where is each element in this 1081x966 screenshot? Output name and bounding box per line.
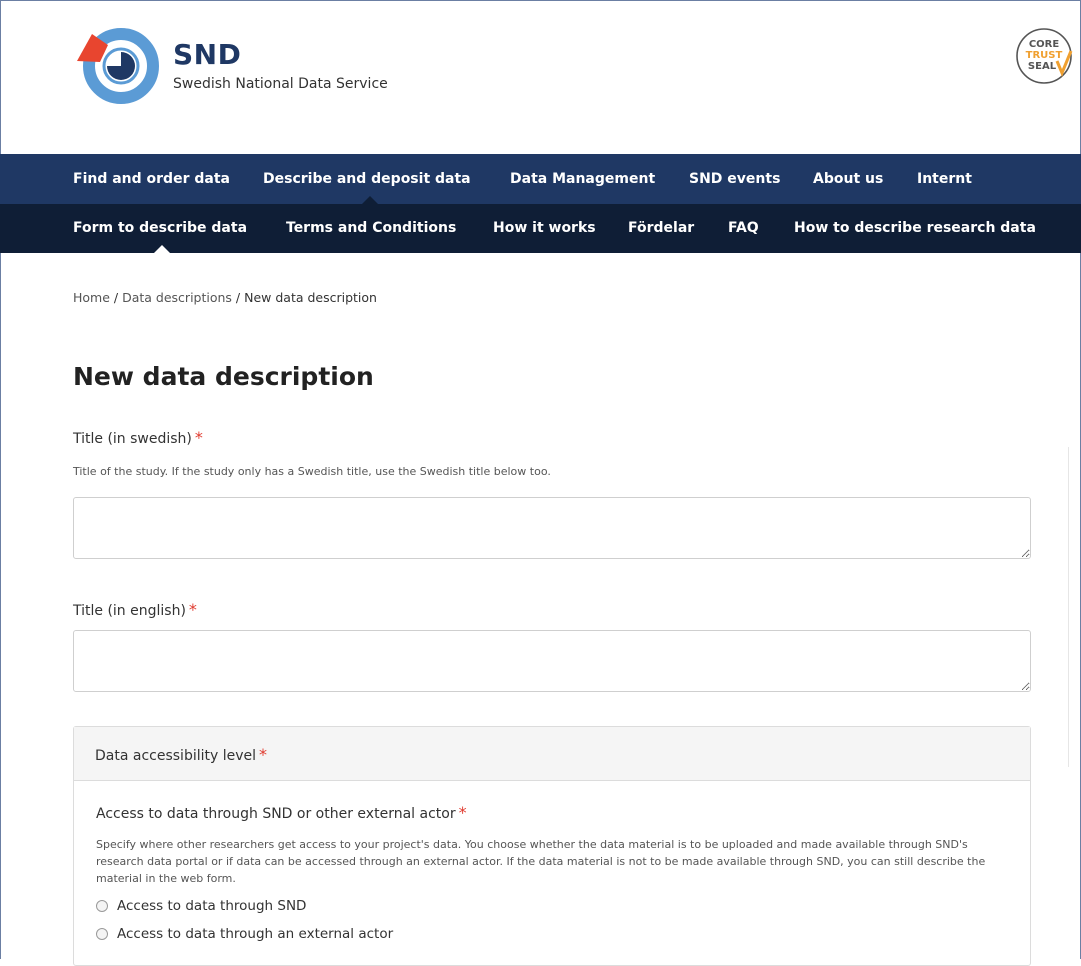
title-swedish-label-text: Title (in swedish) (73, 431, 192, 447)
required-asterisk: * (259, 745, 268, 764)
breadcrumb-home[interactable]: Home (73, 290, 110, 305)
active-subnav-caret (154, 245, 170, 253)
scrollbar-track[interactable] (1068, 447, 1081, 767)
panel-title-text: Data accessibility level (95, 748, 257, 764)
subnav-how-it-works[interactable]: How it works (493, 204, 596, 253)
access-help-text: Specify where other researchers get acce… (96, 838, 986, 885)
radio-label[interactable]: Access to data through SND (117, 898, 306, 914)
required-asterisk: * (194, 428, 203, 447)
page-title: New data description (73, 362, 374, 391)
breadcrumb-current: New data description (244, 290, 377, 305)
seal-word-trust: TRUST (1026, 50, 1063, 61)
access-question-label: Access to data through SND or other exte… (96, 803, 467, 822)
title-english-label: Title (in english) * (73, 600, 197, 619)
radio-button[interactable] (96, 900, 108, 912)
panel-header: Data accessibility level * (74, 727, 1030, 781)
brand-subtitle: Swedish National Data Service (173, 76, 388, 92)
nav-find-and-order-data[interactable]: Find and order data (73, 154, 230, 204)
title-swedish-label: Title (in swedish) * (73, 428, 203, 447)
brand-name[interactable]: SND (173, 38, 241, 71)
radio-option-access-snd[interactable]: Access to data through SND (96, 898, 306, 914)
secondary-nav: Form to describe data Terms and Conditio… (0, 204, 1081, 253)
radio-option-access-external[interactable]: Access to data through an external actor (96, 926, 393, 942)
nav-internt[interactable]: Internt (917, 154, 972, 204)
seal-word-core: CORE (1029, 39, 1060, 50)
subnav-faq[interactable]: FAQ (728, 204, 759, 253)
required-asterisk: * (458, 803, 467, 822)
snd-logo-icon[interactable] (74, 25, 160, 105)
nav-snd-events[interactable]: SND events (689, 154, 780, 204)
title-english-label-text: Title (in english) (73, 603, 186, 619)
active-nav-caret (362, 196, 378, 204)
title-swedish-field[interactable] (73, 497, 1031, 559)
required-asterisk: * (188, 600, 197, 619)
nav-data-management[interactable]: Data Management (510, 154, 655, 204)
panel-title: Data accessibility level * (95, 745, 267, 764)
access-question-text: Access to data through SND or other exte… (96, 806, 456, 822)
nav-about-us[interactable]: About us (813, 154, 883, 204)
seal-word-seal: SEAL (1028, 61, 1057, 72)
breadcrumb-separator: / (231, 290, 245, 305)
subnav-how-to-describe-research-data[interactable]: How to describe research data (794, 204, 1036, 253)
primary-nav: Find and order data Describe and deposit… (0, 154, 1081, 204)
breadcrumb: Home / Data descriptions / New data desc… (73, 290, 377, 305)
subnav-terms-and-conditions[interactable]: Terms and Conditions (286, 204, 456, 253)
subnav-fordelar[interactable]: Fördelar (628, 204, 694, 253)
breadcrumb-separator: / (109, 290, 123, 305)
coretrustseal-badge-icon: CORE TRUST SEAL (1016, 28, 1073, 84)
breadcrumb-data-descriptions[interactable]: Data descriptions (122, 290, 232, 305)
title-swedish-help: Title of the study. If the study only ha… (73, 465, 551, 478)
radio-label[interactable]: Access to data through an external actor (117, 926, 393, 942)
title-english-field[interactable] (73, 630, 1031, 692)
radio-button[interactable] (96, 928, 108, 940)
